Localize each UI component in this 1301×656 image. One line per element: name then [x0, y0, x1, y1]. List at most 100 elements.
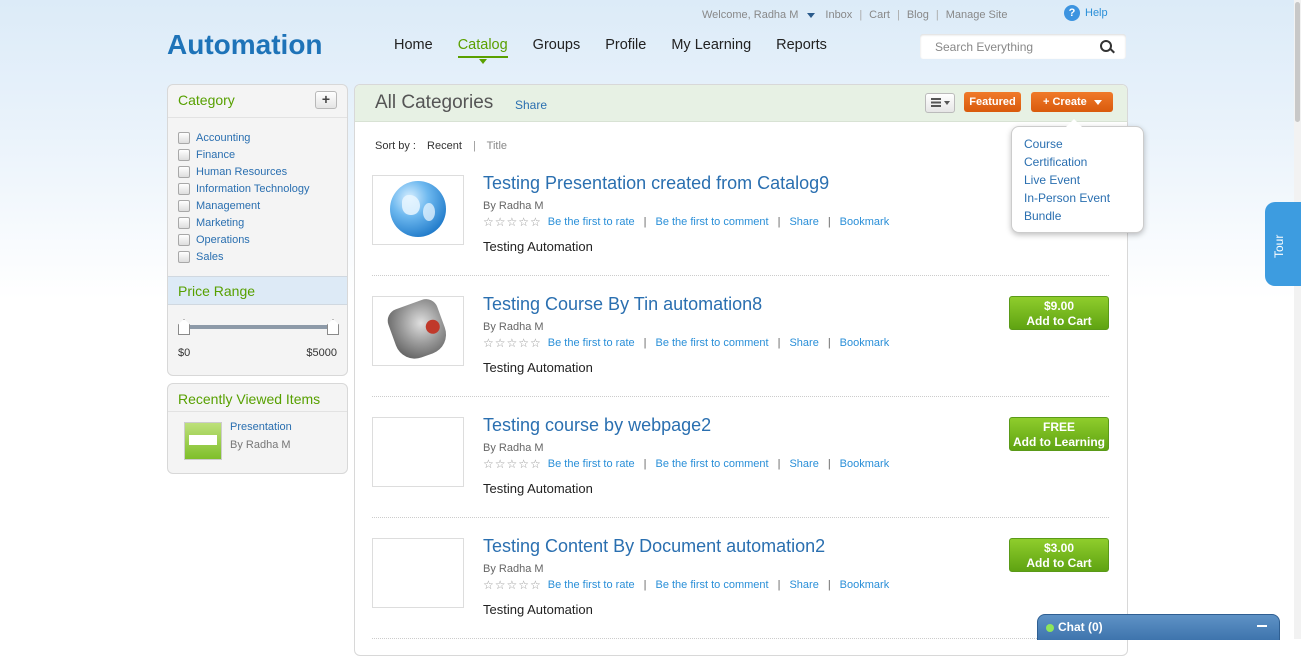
help-link[interactable]: ? Help [1064, 5, 1108, 21]
category-item-marketing[interactable]: Marketing [178, 214, 310, 231]
checkbox[interactable] [178, 131, 190, 144]
site-logo[interactable]: Automation [167, 29, 323, 61]
create-menu-bundle[interactable]: Bundle [1024, 209, 1061, 223]
tour-tab[interactable]: Tour [1265, 202, 1301, 286]
scrollbar-thumb[interactable] [1295, 2, 1300, 122]
item-title[interactable]: Testing Presentation created from Catalo… [483, 173, 829, 194]
view-toggle-button[interactable] [925, 93, 955, 113]
checkbox[interactable] [178, 165, 190, 178]
rate-link[interactable]: Be the first to rate [548, 216, 635, 228]
checkbox[interactable] [178, 216, 190, 229]
recent-item-thumbnail[interactable] [184, 422, 222, 460]
nav-reports[interactable]: Reports [776, 37, 827, 58]
user-menu-caret-icon[interactable] [807, 12, 816, 18]
recent-item-title[interactable]: Presentation [230, 421, 292, 433]
item-thumbnail[interactable] [372, 175, 464, 245]
price-max-handle[interactable] [327, 319, 339, 335]
inbox-link[interactable]: Inbox [825, 9, 852, 21]
nav-groups[interactable]: Groups [533, 37, 581, 58]
checkbox[interactable] [178, 182, 190, 195]
share-link[interactable]: Share [789, 458, 818, 470]
category-item-sales[interactable]: Sales [178, 248, 310, 265]
comment-link[interactable]: Be the first to comment [655, 216, 768, 228]
page-scrollbar[interactable] [1294, 0, 1301, 639]
item-thumbnail[interactable] [372, 295, 464, 366]
rating-stars-icon[interactable]: ☆☆☆☆☆ [483, 336, 542, 350]
bookmark-link[interactable]: Bookmark [840, 337, 890, 349]
item-meta: ☆☆☆☆☆ Be the first to rate | Be the firs… [483, 336, 889, 350]
checkbox[interactable] [178, 199, 190, 212]
separator: | [896, 9, 900, 21]
bookmark-link[interactable]: Bookmark [840, 458, 890, 470]
bookmark-link[interactable]: Bookmark [840, 579, 890, 591]
category-label[interactable]: Finance [196, 149, 235, 161]
price-slider-track[interactable] [183, 325, 333, 329]
category-label[interactable]: Management [196, 200, 260, 212]
nav-profile[interactable]: Profile [605, 37, 646, 58]
create-menu-live-event[interactable]: Live Event [1024, 173, 1080, 187]
chevron-down-icon [944, 101, 950, 105]
nav-my-learning[interactable]: My Learning [671, 37, 751, 58]
checkbox[interactable] [178, 148, 190, 161]
item-title[interactable]: Testing Course By Tin automation8 [483, 294, 762, 315]
add-category-button[interactable]: + [315, 91, 337, 109]
checkbox[interactable] [178, 250, 190, 263]
welcome-user[interactable]: Welcome, Radha M [702, 9, 798, 21]
category-item-information-technology[interactable]: Information Technology [178, 180, 310, 197]
rating-stars-icon[interactable]: ☆☆☆☆☆ [483, 578, 542, 592]
cart-link[interactable]: Cart [869, 9, 890, 21]
price-min-handle[interactable] [178, 319, 190, 335]
add-to-learning-button[interactable]: FREE Add to Learning [1009, 417, 1109, 451]
create-menu-in-person-event[interactable]: In-Person Event [1024, 191, 1110, 205]
add-to-cart-button[interactable]: $3.00 Add to Cart [1009, 538, 1109, 572]
tour-label: Tour [1272, 234, 1286, 258]
rate-link[interactable]: Be the first to rate [548, 458, 635, 470]
create-menu-course[interactable]: Course [1024, 137, 1063, 151]
chat-bar[interactable]: Chat (0) [1037, 614, 1280, 640]
share-link[interactable]: Share [789, 337, 818, 349]
rate-link[interactable]: Be the first to rate [548, 337, 635, 349]
category-label[interactable]: Sales [196, 251, 224, 263]
sort-title[interactable]: Title [487, 140, 507, 152]
rating-stars-icon[interactable]: ☆☆☆☆☆ [483, 457, 542, 471]
item-action: Add to Cart [1026, 556, 1092, 570]
search-input[interactable] [933, 39, 1097, 55]
category-item-finance[interactable]: Finance [178, 146, 310, 163]
search-icon[interactable] [1100, 40, 1112, 52]
create-menu-certification[interactable]: Certification [1024, 155, 1087, 169]
nav-home[interactable]: Home [394, 37, 433, 58]
category-label[interactable]: Marketing [196, 217, 244, 229]
category-label[interactable]: Operations [196, 234, 250, 246]
category-label[interactable]: Accounting [196, 132, 250, 144]
rate-link[interactable]: Be the first to rate [548, 579, 635, 591]
blog-link[interactable]: Blog [907, 9, 929, 21]
comment-link[interactable]: Be the first to comment [655, 337, 768, 349]
share-link[interactable]: Share [789, 216, 818, 228]
item-title[interactable]: Testing course by webpage2 [483, 415, 711, 436]
category-item-management[interactable]: Management [178, 197, 310, 214]
comment-link[interactable]: Be the first to comment [655, 579, 768, 591]
checkbox[interactable] [178, 233, 190, 246]
rating-stars-icon[interactable]: ☆☆☆☆☆ [483, 215, 542, 229]
category-label[interactable]: Information Technology [196, 183, 310, 195]
category-item-accounting[interactable]: Accounting [178, 129, 310, 146]
sort-bar: Sort by : Recent | Title [375, 140, 507, 152]
create-button[interactable]: + Create [1031, 92, 1113, 112]
item-thumbnail[interactable] [372, 417, 464, 487]
category-item-operations[interactable]: Operations [178, 231, 310, 248]
featured-button[interactable]: Featured [964, 92, 1021, 112]
item-title[interactable]: Testing Content By Document automation2 [483, 536, 825, 557]
bookmark-link[interactable]: Bookmark [840, 216, 890, 228]
add-to-cart-button[interactable]: $9.00 Add to Cart [1009, 296, 1109, 330]
price-max-label: $5000 [306, 347, 337, 359]
item-thumbnail[interactable] [372, 538, 464, 608]
minimize-icon[interactable] [1257, 625, 1267, 627]
manage-site-link[interactable]: Manage Site [946, 9, 1008, 21]
category-label[interactable]: Human Resources [196, 166, 287, 178]
share-link[interactable]: Share [515, 98, 547, 112]
comment-link[interactable]: Be the first to comment [655, 458, 768, 470]
category-item-human-resources[interactable]: Human Resources [178, 163, 310, 180]
nav-catalog[interactable]: Catalog [457, 37, 508, 64]
share-link[interactable]: Share [789, 579, 818, 591]
sort-recent[interactable]: Recent [427, 140, 462, 152]
